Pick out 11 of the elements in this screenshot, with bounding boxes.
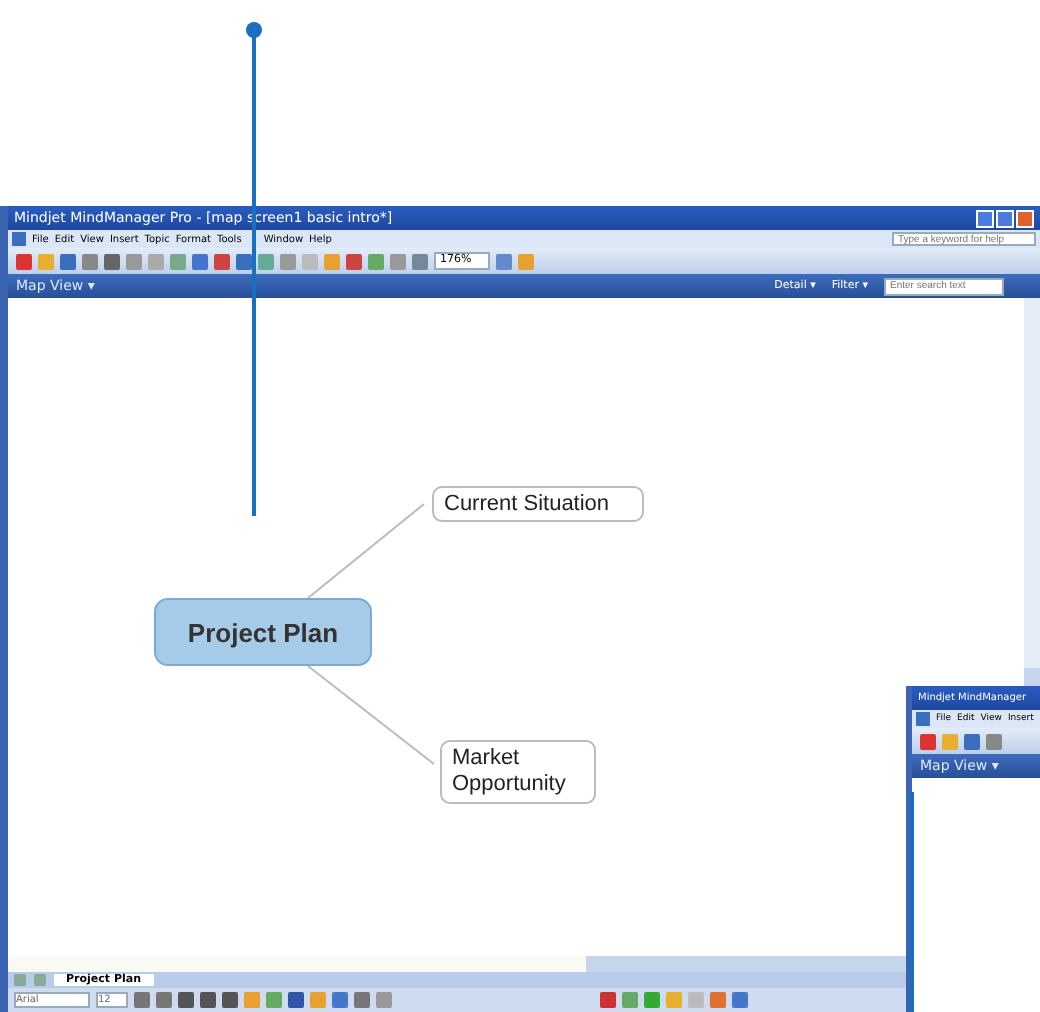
close-button[interactable] bbox=[1016, 209, 1034, 227]
subtopic[interactable]: Current Situation bbox=[432, 486, 644, 522]
maximize-button[interactable] bbox=[996, 209, 1014, 227]
app-icon bbox=[916, 712, 930, 726]
subtopic[interactable]: Market Opportunity bbox=[440, 740, 596, 804]
vertical-scrollbar[interactable] bbox=[1024, 298, 1040, 668]
connector-line bbox=[307, 665, 435, 765]
central-topic[interactable]: Project Plan bbox=[154, 598, 372, 666]
minimize-button[interactable] bbox=[976, 209, 994, 227]
app-icon bbox=[12, 232, 26, 246]
connector-line bbox=[307, 503, 425, 599]
